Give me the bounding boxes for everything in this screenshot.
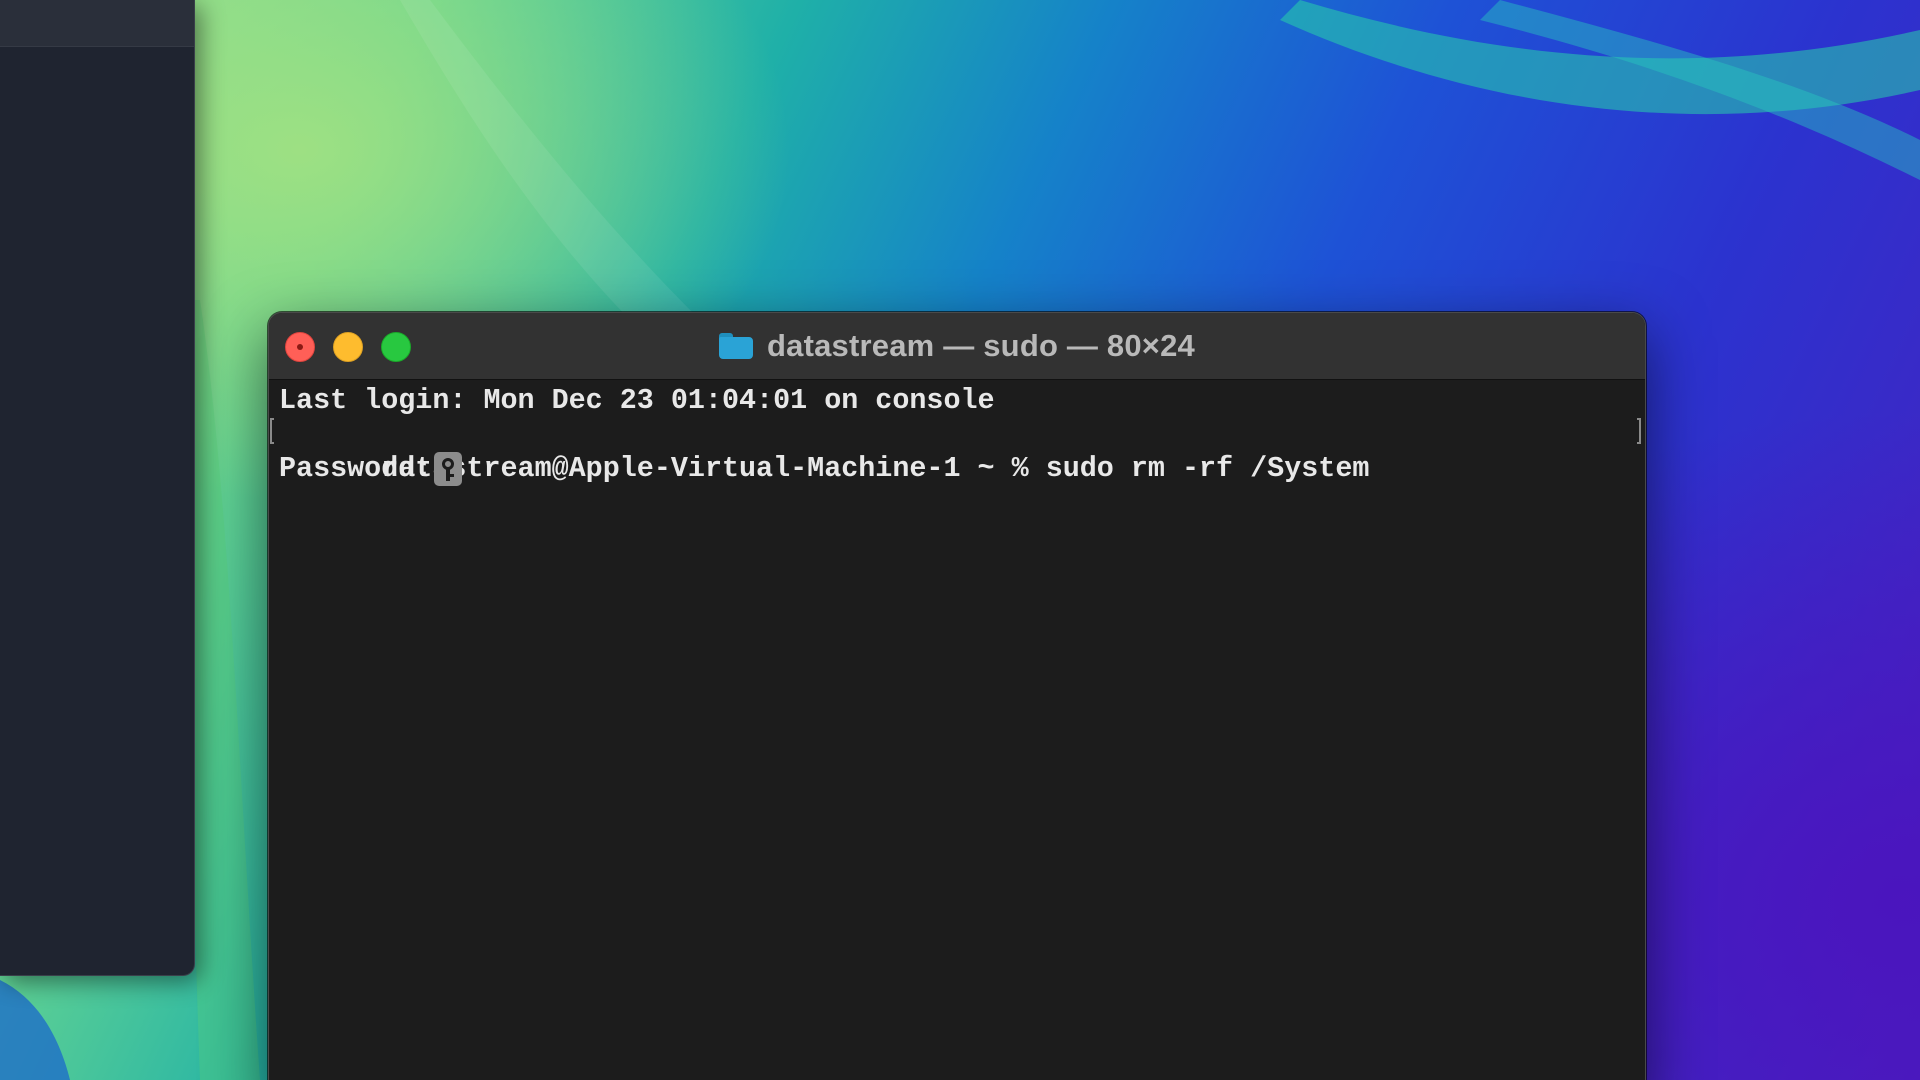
- background-window-titlebar[interactable]: [0, 0, 194, 47]
- prompt-text: datastream@Apple-Virtual-Machine-1 ~ %: [381, 452, 1046, 485]
- mark-left-bracket-icon: [270, 418, 274, 444]
- terminal-window[interactable]: datastream — sudo — 80×24 Last login: Mo…: [268, 312, 1646, 1080]
- command-line: datastream@Apple-Virtual-Machine-1 ~ % s…: [270, 418, 1645, 485]
- command-text: sudo rm -rf /System: [1045, 452, 1370, 485]
- terminal-content[interactable]: Last login: Mon Dec 23 01:04:01 on conso…: [269, 380, 1645, 486]
- window-title: datastream — sudo — 80×24: [767, 328, 1195, 363]
- key-icon[interactable]: [434, 452, 463, 486]
- folder-icon: [719, 333, 753, 359]
- window-title-group: datastream — sudo — 80×24: [269, 313, 1645, 379]
- password-label: Password:: [279, 452, 433, 485]
- terminal-titlebar[interactable]: datastream — sudo — 80×24: [269, 313, 1645, 380]
- last-login-line: Last login: Mon Dec 23 01:04:01 on conso…: [279, 384, 995, 417]
- mark-right-bracket-icon: [1637, 418, 1641, 444]
- background-window[interactable]: [0, 0, 195, 976]
